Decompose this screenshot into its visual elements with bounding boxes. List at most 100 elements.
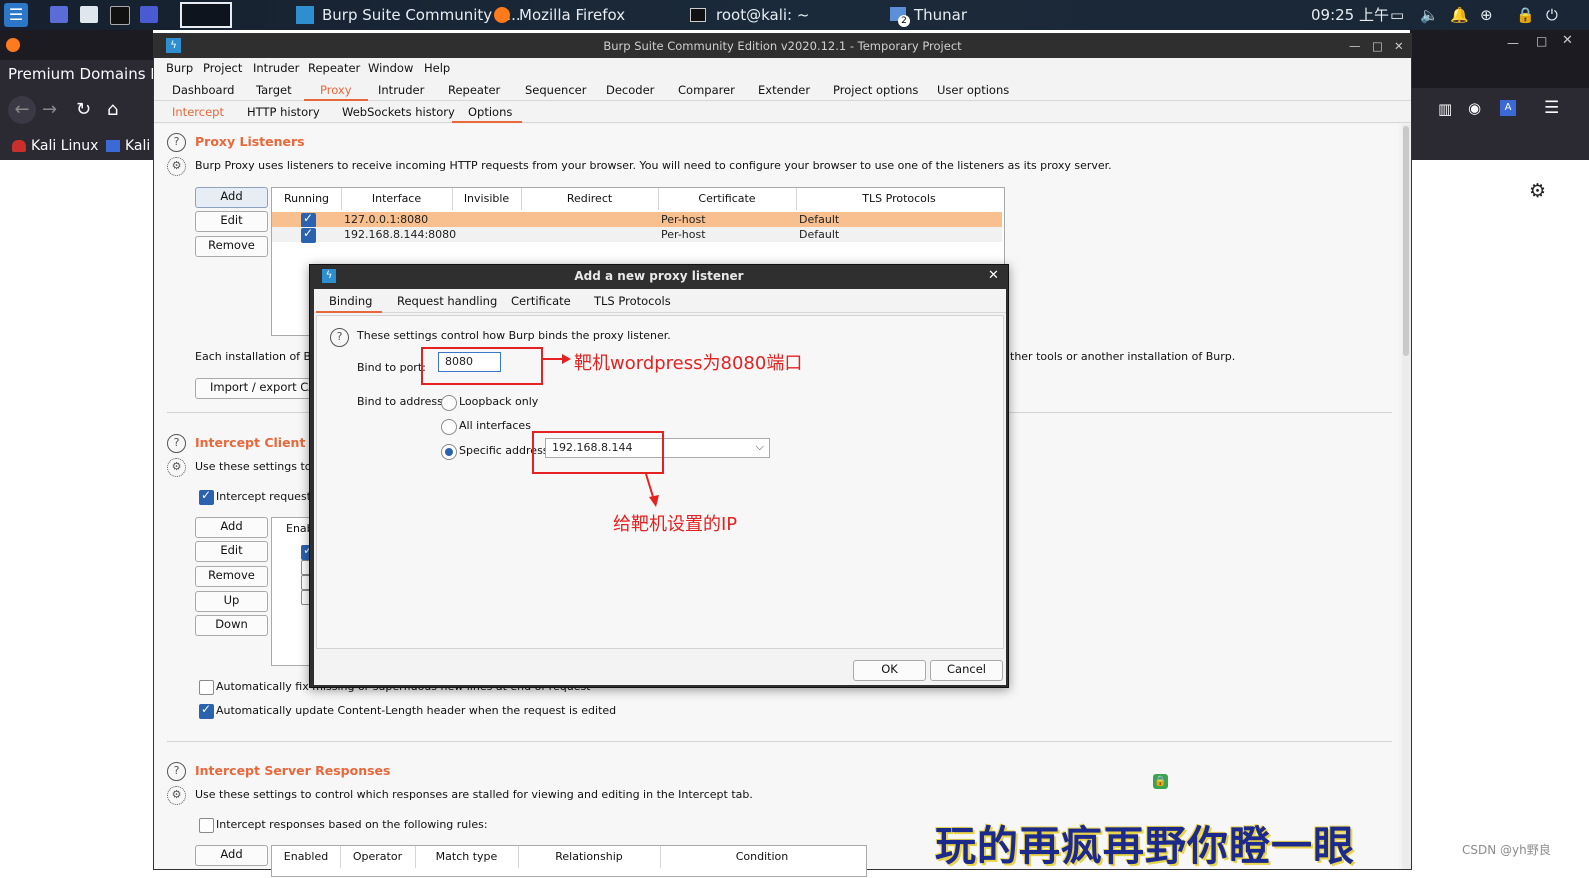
dialog-tab-binding[interactable]: Binding (329, 294, 372, 308)
col-match-type[interactable]: Match type (415, 846, 519, 868)
scrollbar-thumb[interactable] (1403, 126, 1409, 356)
file-manager-icon[interactable] (80, 6, 98, 23)
menu-intruder[interactable]: Intruder (253, 61, 299, 75)
col-relationship[interactable]: Relationship (518, 846, 661, 868)
bookmark-kali-linux[interactable]: Kali Linux (31, 132, 98, 160)
tab-proxy[interactable]: Proxy (320, 83, 352, 97)
subtab-websockets-history[interactable]: WebSockets history (342, 105, 455, 119)
menu-burp[interactable]: Burp (166, 61, 193, 75)
workspace-active[interactable] (180, 2, 232, 28)
network-icon[interactable]: ⊕ (1480, 0, 1493, 30)
help-icon[interactable]: ? (330, 328, 349, 347)
burp-close-icon[interactable]: ✕ (1394, 34, 1404, 58)
tab-extender[interactable]: Extender (758, 83, 810, 97)
clock[interactable]: 09:25 上午 (1311, 0, 1389, 30)
col-invisible[interactable]: Invisible (452, 188, 522, 210)
translate-icon[interactable]: A (1500, 100, 1516, 116)
home-icon[interactable]: ⌂ (107, 96, 118, 124)
settings-gear-icon[interactable]: ⚙ (167, 786, 186, 805)
page-settings-icon[interactable]: ⚙ (1529, 180, 1546, 202)
menu-help[interactable]: Help (424, 61, 450, 75)
subtab-options[interactable]: Options (468, 105, 512, 119)
col-condition[interactable]: Condition (660, 846, 864, 868)
kali-menu-icon[interactable]: ☰ (4, 3, 28, 27)
taskbar-app-thunar[interactable]: Thunar (914, 0, 967, 30)
sidebar-icon[interactable]: ▥ (1438, 100, 1452, 118)
specific-address-radio[interactable] (441, 444, 457, 460)
power-icon[interactable]: ⏻ (1546, 0, 1558, 30)
burp-minimize-icon[interactable]: — (1349, 34, 1361, 58)
listener-remove-button[interactable]: Remove (195, 236, 268, 257)
firefox-maximize-icon[interactable]: □ (1536, 34, 1547, 48)
subtab-intercept[interactable]: Intercept (172, 105, 224, 119)
menu-repeater[interactable]: Repeater (308, 61, 360, 75)
tab-sequencer[interactable]: Sequencer (525, 83, 586, 97)
display-icon[interactable]: ▭ (1390, 0, 1404, 30)
table-row[interactable]: 127.0.0.1:8080 Per-host Default (272, 211, 1002, 228)
hamburger-menu-icon[interactable]: ☰ (1544, 98, 1559, 118)
account-icon[interactable]: ◉ (1468, 99, 1481, 117)
table-row[interactable]: 192.168.8.144:8080 Per-host Default (272, 226, 1002, 243)
loopback-radio[interactable] (441, 395, 457, 411)
tab-decoder[interactable]: Decoder (606, 83, 654, 97)
intercept-requests-checkbox[interactable] (199, 488, 214, 505)
terminal-icon[interactable] (110, 6, 130, 25)
listener-add-button[interactable]: Add (195, 187, 268, 208)
col-tls-protocols[interactable]: TLS Protocols (796, 188, 1002, 210)
subtab-http-history[interactable]: HTTP history (247, 105, 320, 119)
firefox-tab-title[interactable]: Premium Domains For (0, 60, 153, 88)
col-certificate[interactable]: Certificate (658, 188, 797, 210)
rule-down-button[interactable]: Down (195, 615, 268, 636)
tab-project-options[interactable]: Project options (833, 83, 918, 97)
menu-window[interactable]: Window (368, 61, 413, 75)
rule-remove-button[interactable]: Remove (195, 566, 268, 587)
reload-icon[interactable]: ↻ (76, 96, 91, 124)
lock-icon[interactable]: 🔒 (1516, 0, 1535, 30)
workspace-1-icon[interactable] (50, 6, 68, 23)
back-icon[interactable]: ← (8, 96, 36, 124)
tab-intruder[interactable]: Intruder (378, 83, 424, 97)
taskbar-app-terminal[interactable]: root@kali: ~ (716, 0, 809, 30)
notification-bell-icon[interactable]: 🔔 (1450, 0, 1469, 30)
help-icon[interactable]: ? (167, 434, 186, 453)
running-checkbox[interactable] (301, 226, 316, 243)
dialog-close-icon[interactable]: ✕ (988, 265, 999, 287)
forward-icon[interactable]: → (42, 96, 57, 124)
firefox-close-icon[interactable]: ✕ (1562, 33, 1573, 48)
help-icon[interactable]: ? (167, 133, 186, 152)
listener-edit-button[interactable]: Edit (195, 211, 268, 232)
col-enabled[interactable]: Enabled (272, 846, 341, 868)
response-rule-add-button[interactable]: Add (195, 845, 268, 866)
tab-dashboard[interactable]: Dashboard (172, 83, 234, 97)
rule-up-button[interactable]: Up (195, 591, 268, 612)
cancel-button[interactable]: Cancel (930, 660, 1003, 681)
tab-target[interactable]: Target (256, 83, 292, 97)
volume-icon[interactable]: 🔈 (1420, 0, 1439, 30)
dialog-tab-request-handling[interactable]: Request handling (397, 294, 497, 308)
col-interface[interactable]: Interface (341, 188, 453, 210)
rule-add-button[interactable]: Add (195, 517, 268, 538)
tab-repeater[interactable]: Repeater (448, 83, 500, 97)
bookmark-kali[interactable]: Kali (125, 132, 150, 160)
help-icon[interactable]: ? (167, 762, 186, 781)
menu-project[interactable]: Project (203, 61, 242, 75)
tab-user-options[interactable]: User options (937, 83, 1009, 97)
rule-edit-button[interactable]: Edit (195, 541, 268, 562)
all-interfaces-radio[interactable] (441, 419, 457, 435)
auto-update-checkbox[interactable] (199, 702, 214, 719)
settings-gear-icon[interactable]: ⚙ (167, 458, 186, 477)
taskbar-app-firefox[interactable]: Mozilla Firefox (519, 0, 625, 30)
auto-fix-checkbox[interactable] (199, 680, 214, 695)
ok-button[interactable]: OK (853, 660, 926, 681)
col-operator[interactable]: Operator (340, 846, 416, 868)
screen-record-icon[interactable] (140, 6, 158, 23)
dialog-tab-tls-protocols[interactable]: TLS Protocols (594, 294, 671, 308)
dialog-tab-certificate[interactable]: Certificate (511, 294, 571, 308)
col-redirect[interactable]: Redirect (521, 188, 659, 210)
taskbar-app-burp[interactable]: Burp Suite Community E... (322, 0, 521, 30)
intercept-responses-checkbox[interactable] (199, 818, 214, 833)
vertical-scrollbar[interactable] (1402, 124, 1411, 869)
firefox-minimize-icon[interactable]: — (1507, 36, 1519, 50)
burp-maximize-icon[interactable]: □ (1372, 34, 1383, 58)
col-running[interactable]: Running (272, 188, 342, 210)
